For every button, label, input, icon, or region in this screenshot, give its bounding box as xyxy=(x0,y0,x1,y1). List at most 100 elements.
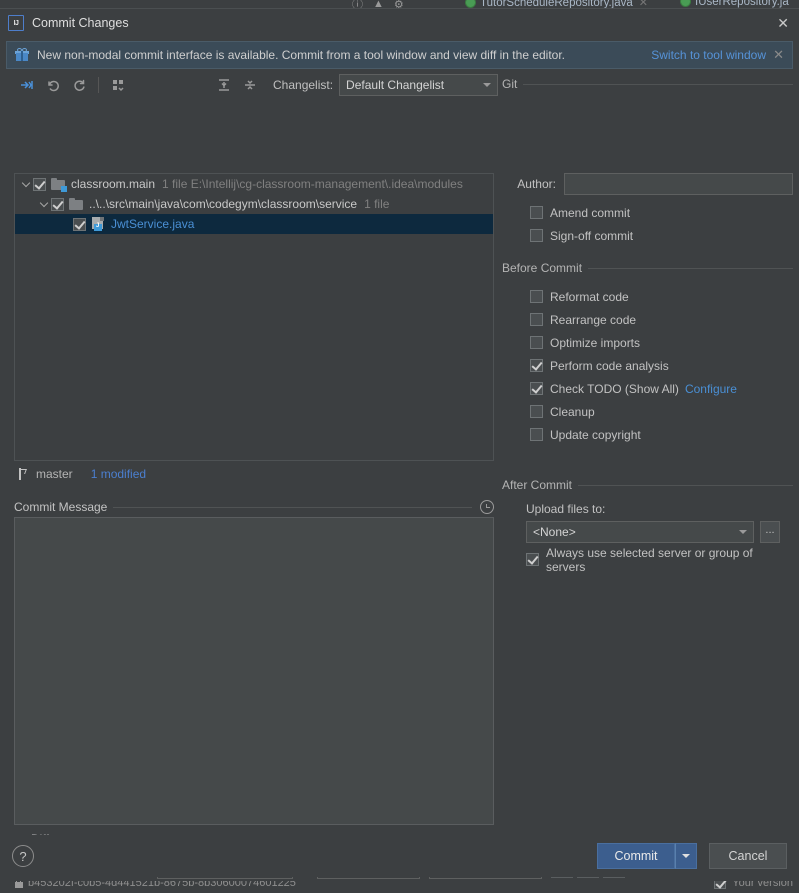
amend-commit-checkbox[interactable] xyxy=(530,206,543,219)
tree-row-meta: 1 file xyxy=(364,197,390,211)
branch-name: master xyxy=(36,467,73,481)
tree-row[interactable]: classroom.main 1 file E:\Intellij\cg-cla… xyxy=(15,174,493,194)
cleanup-checkbox[interactable] xyxy=(530,405,543,418)
java-class-icon xyxy=(465,0,476,8)
branch-icon xyxy=(16,467,30,481)
section-divider xyxy=(588,267,793,269)
tree-row-checkbox[interactable] xyxy=(73,217,86,231)
revert-icon[interactable] xyxy=(40,73,66,97)
section-divider xyxy=(523,83,793,85)
commit-options-dropdown[interactable] xyxy=(675,843,697,869)
chevron-down-icon xyxy=(739,530,747,534)
cancel-button[interactable]: Cancel xyxy=(709,843,787,869)
sign-off-commit-checkbox-row[interactable]: Sign-off commit xyxy=(502,224,793,247)
dialog-title: Commit Changes xyxy=(32,16,129,30)
upload-target-row: <None> ... xyxy=(502,521,793,543)
group-by-icon[interactable] xyxy=(105,73,131,97)
perform-code-analysis-checkbox[interactable] xyxy=(530,359,543,372)
notification-banner: New non-modal commit interface is availa… xyxy=(6,41,793,69)
dialog-close-button[interactable]: ✕ xyxy=(777,16,789,30)
tree-row[interactable]: JwtService.java xyxy=(15,214,493,234)
clock-icon[interactable] xyxy=(480,500,494,514)
help-button[interactable]: ? xyxy=(12,845,34,867)
always-use-server-label: Always use selected server or group of s… xyxy=(546,545,753,574)
changelist-dropdown[interactable]: Default Changelist xyxy=(339,74,499,96)
tree-row-label: classroom.main xyxy=(71,177,156,191)
expand-all-icon[interactable] xyxy=(211,73,237,97)
tree-row-checkbox[interactable] xyxy=(33,177,46,191)
commit-message-input[interactable] xyxy=(14,517,494,825)
sign-off-commit-checkbox[interactable] xyxy=(530,229,543,242)
author-label: Author: xyxy=(517,177,556,191)
ide-editor-tab-1[interactable]: IUserRepository.ja xyxy=(680,0,789,8)
modified-count-link[interactable]: 1 modified xyxy=(91,467,146,481)
tree-row[interactable]: ..\..\src\main\java\com\codegym\classroo… xyxy=(15,194,493,214)
chevron-down-icon xyxy=(483,83,492,87)
before-commit-title: Before Commit xyxy=(502,261,583,275)
git-section-header: Git xyxy=(502,77,793,91)
configure-todo-link[interactable]: Configure xyxy=(685,382,737,396)
after-commit-title: After Commit xyxy=(502,478,573,492)
toolbar-separator xyxy=(98,77,99,93)
check-todo-row[interactable]: Check TODO (Show All) Configure xyxy=(502,377,793,400)
folder-icon xyxy=(69,197,84,211)
commit-button[interactable]: Commit xyxy=(597,843,675,869)
amend-commit-label: Amend commit xyxy=(550,205,631,220)
rearrange-code-checkbox[interactable] xyxy=(530,313,543,326)
always-use-server-row[interactable]: Always use selected server or group of s… xyxy=(502,545,793,574)
rearrange-code-label: Rearrange code xyxy=(550,312,637,327)
reformat-code-checkbox[interactable] xyxy=(530,290,543,303)
diff-revision-row: b453202f-c0b5-4d441521b-8675b-8b30600074… xyxy=(14,881,793,893)
section-divider xyxy=(578,484,793,486)
sign-off-commit-label: Sign-off commit xyxy=(550,228,634,243)
switch-to-tool-window-link[interactable]: Switch to tool window xyxy=(651,48,766,62)
perform-code-analysis-label: Perform code analysis xyxy=(550,358,669,373)
after-commit-header: After Commit xyxy=(502,478,793,492)
chevron-down-icon xyxy=(682,854,690,858)
git-section-title: Git xyxy=(502,77,518,91)
tree-row-label: JwtService.java xyxy=(111,217,195,231)
branch-status-row: master 1 modified xyxy=(16,467,146,481)
java-file-icon xyxy=(91,217,106,231)
always-use-server-checkbox[interactable] xyxy=(526,553,539,566)
amend-commit-checkbox-row[interactable]: Amend commit xyxy=(502,201,793,224)
author-input[interactable] xyxy=(564,173,793,195)
optimize-imports-checkbox[interactable] xyxy=(530,336,543,349)
module-folder-icon xyxy=(51,177,67,192)
tree-row-meta: 1 file E:\Intellij\cg-classroom-manageme… xyxy=(162,177,463,191)
reformat-code-row[interactable]: Reformat code xyxy=(502,285,793,308)
lock-icon xyxy=(14,881,23,888)
cleanup-label: Cleanup xyxy=(550,404,595,419)
collapse-all-icon[interactable] xyxy=(237,73,263,97)
changelist-label: Changelist: xyxy=(273,78,334,92)
revision-hash-label: b453202f-c0b5-4d441521b-8675b-8b30600074… xyxy=(28,881,296,889)
changelist-value: Default Changelist xyxy=(346,78,445,92)
upload-files-label: Upload files to: xyxy=(526,502,606,516)
show-diff-icon[interactable] xyxy=(14,73,40,97)
notification-close-icon[interactable]: ✕ xyxy=(773,47,784,63)
check-todo-label: Check TODO (Show All) xyxy=(550,381,679,396)
cleanup-row[interactable]: Cleanup xyxy=(502,400,793,423)
update-copyright-label: Update copyright xyxy=(550,427,641,442)
commit-message-header: Commit Message xyxy=(14,500,494,514)
upload-target-dropdown[interactable]: <None> xyxy=(526,521,754,543)
your-version-checkbox[interactable] xyxy=(714,881,727,889)
intellij-logo-icon: IJ xyxy=(8,15,24,31)
browse-servers-button[interactable]: ... xyxy=(760,521,780,543)
chevron-down-icon[interactable] xyxy=(37,198,51,207)
refresh-icon[interactable] xyxy=(66,73,92,97)
changed-files-tree[interactable]: classroom.main 1 file E:\Intellij\cg-cla… xyxy=(14,173,494,461)
check-todo-checkbox[interactable] xyxy=(530,382,543,395)
optimize-imports-row[interactable]: Optimize imports xyxy=(502,331,793,354)
rearrange-code-row[interactable]: Rearrange code xyxy=(502,308,793,331)
your-version-group[interactable]: Your version xyxy=(714,881,793,889)
reformat-code-label: Reformat code xyxy=(550,289,629,304)
chevron-down-icon[interactable] xyxy=(19,178,33,187)
perform-code-analysis-row[interactable]: Perform code analysis xyxy=(502,354,793,377)
update-copyright-checkbox[interactable] xyxy=(530,428,543,441)
commit-options-panel: Author: Amend commit Sign-off commit Bef… xyxy=(502,173,793,574)
intellij-logo-text: IJ xyxy=(13,19,19,27)
dialog-content: Changelist: Default Changelist Git class… xyxy=(0,69,799,889)
tree-row-checkbox[interactable] xyxy=(51,197,64,211)
update-copyright-row[interactable]: Update copyright xyxy=(502,423,793,446)
